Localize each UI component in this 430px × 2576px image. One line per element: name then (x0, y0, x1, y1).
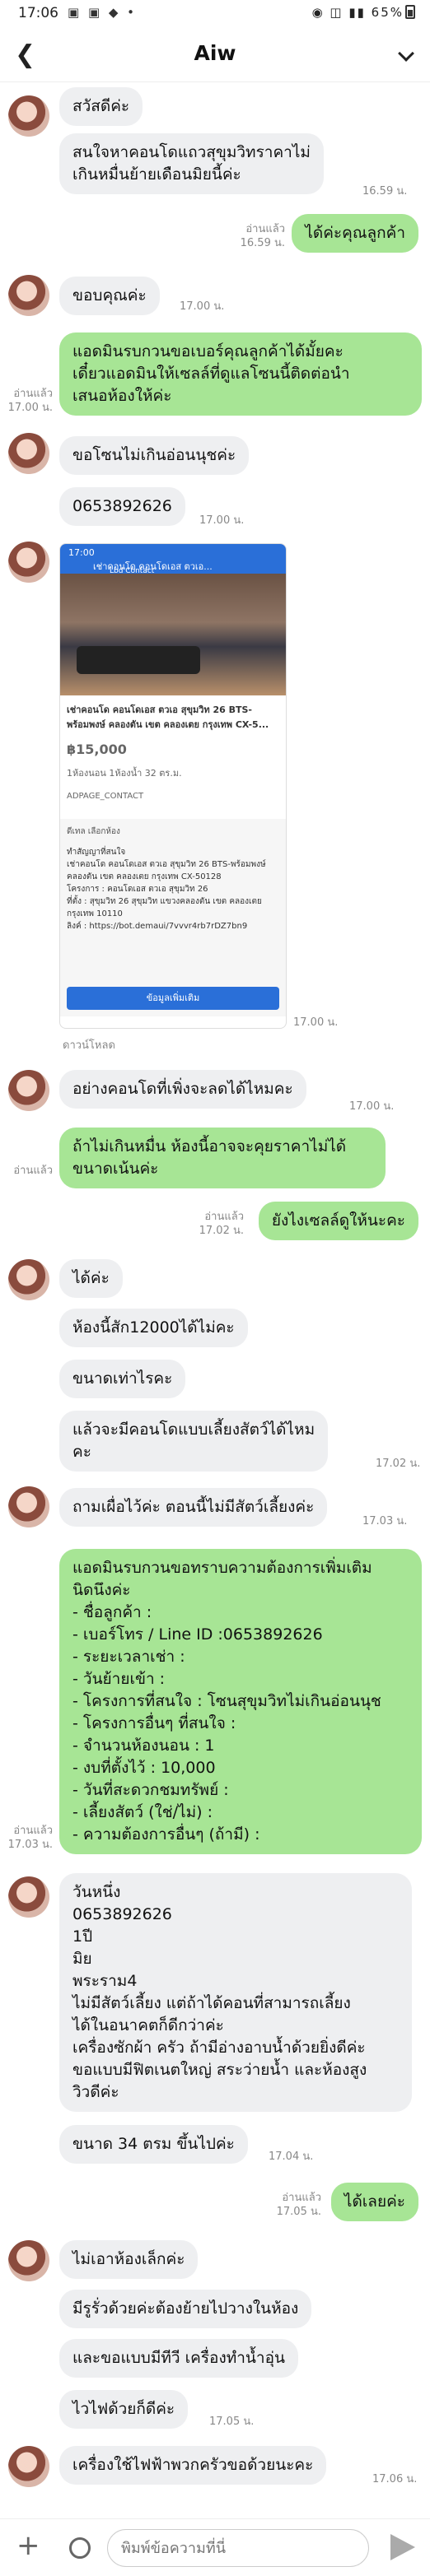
download-label[interactable]: ดาวน์โหลด (63, 1039, 115, 1053)
message-time: 17.02 น. (376, 1458, 421, 1470)
message-bubble[interactable]: ไม่เอาห้องเล็กค่ะ (59, 2240, 199, 2279)
listing-contact: ADPAGE_CONTACT (67, 792, 144, 801)
listing-message-body: ทำสัญญาที่สนใจ เช่าคอนโด คอนโดเอส ตวเอ ส… (67, 848, 266, 931)
avatar[interactable] (8, 2240, 49, 2281)
listing-message-head: ดีเทล เลือกห้อง (67, 827, 120, 836)
status-time: 17:06 (18, 5, 58, 21)
message-time: 16.59 น. (362, 185, 408, 198)
message-bubble[interactable]: แอดมินรบกวนขอทราบความต้องการเพิ่มเติม นิ… (59, 1549, 422, 1854)
message-bubble[interactable]: แอดมินรบกวนขอเบอร์คุณลูกค้าได้มั้ยคะ เดี… (59, 332, 422, 416)
avatar[interactable] (8, 95, 49, 137)
avatar[interactable] (8, 1070, 49, 1111)
listing-appbar-time: 17:00 (68, 547, 95, 558)
message-bubble[interactable]: ห้องนี้สัก12000ได้ไม่คะ (59, 1309, 248, 1347)
message-bubble[interactable]: ขอบคุณค่ะ (59, 277, 160, 315)
avatar[interactable] (8, 1876, 49, 1918)
message-bubble[interactable]: อย่างคอนโดที่เพิ่งจะลดได้ไหมคะ (59, 1070, 306, 1109)
send-icon[interactable] (390, 2534, 415, 2560)
message-bubble[interactable]: 0653892626 (59, 487, 185, 526)
sofa-shape (77, 646, 200, 674)
read-receipt: อ่านแล้ว 17.03 น. (7, 1825, 53, 1851)
message-bubble[interactable]: และขอแบบมีทีวี เครื่องทำน้ำอุ่น (59, 2339, 298, 2378)
listing-info: เช่าคอนโด คอนโดเอส ตวเอ สุขุมวิท 26 BTS-… (60, 695, 286, 819)
avatar[interactable] (8, 1486, 49, 1527)
message-input[interactable] (107, 2529, 369, 2567)
plus-icon[interactable]: + (16, 2529, 40, 2562)
avatar[interactable] (8, 2446, 49, 2487)
message-bubble[interactable]: ถามเผื่อไว้ค่ะ ตอนนี้ไม่มีสัตว์เลี้ยงค่ะ (59, 1488, 328, 1527)
message-time: 17.03 น. (362, 1515, 408, 1527)
notification-icons: ▣ ▣ ◆ • (68, 5, 138, 20)
status-right: ◉ ◫ ▮▮ 65% (312, 5, 415, 20)
read-receipt: อ่านแล้ว (13, 1165, 53, 1177)
status-indicators: ◉ ◫ ▮▮ 65% (311, 5, 404, 20)
message-bubble[interactable]: ได้ค่ะคุณลูกค้า (292, 214, 418, 253)
listing-message: ดีเทล เลือกห้อง ทำสัญญาที่สนใจ เช่าคอนโด… (60, 819, 286, 1016)
avatar[interactable] (8, 433, 49, 474)
listing-appbar: 17:00 เช่าคอนโด คอนโดเอส ตวเอ... Lbd Con… (60, 544, 286, 575)
message-time: 17.05 น. (209, 2416, 255, 2428)
message-bubble[interactable]: สวัสดีค่ะ (59, 87, 143, 126)
listing-specs: 1ห้องนอน 1ห้องน้ำ 32 ตร.ม. (67, 768, 182, 779)
listing-price: ฿15,000 (67, 742, 127, 757)
message-time: 17.00 น. (199, 514, 245, 527)
avatar[interactable] (8, 542, 49, 583)
chat-header: ❮ Aiw (0, 28, 430, 82)
message-bubble[interactable]: สนใจหาคอนโดแถวสุขุมวิทราคาไม่ เกินหมื่นย… (59, 133, 324, 194)
message-bubble[interactable]: ขนาด 34 ตรม ขึ้นไปค่ะ (59, 2125, 248, 2164)
message-bubble[interactable]: ได้ค่ะ (59, 1259, 123, 1298)
message-bubble[interactable]: ขนาดเท่าไรคะ (59, 1360, 186, 1398)
listing-image-card[interactable]: 17:00 เช่าคอนโด คอนโดเอส ตวเอ... Lbd Con… (59, 543, 287, 1029)
avatar[interactable] (8, 275, 49, 316)
message-time: 17.00 น. (293, 1016, 339, 1029)
listing-more-button[interactable]: ข้อมูลเพิ่มเติม (67, 987, 279, 1010)
message-bubble[interactable]: เครื่องใช้ไฟฟ้าพวกครัวขอด้วยนะคะ (59, 2446, 327, 2485)
message-bubble[interactable]: วันหนึ่ง 0653892626 1ปี มิย พระราม4 ไม่ม… (59, 1873, 412, 2112)
listing-title: เช่าคอนโด คอนโดเอส ตวเอ สุขุมวิท 26 BTS-… (67, 704, 269, 730)
message-bubble[interactable]: ยังไงเซลล์ดูให้นะคะ (258, 1202, 418, 1240)
message-bubble[interactable]: ขอโซนไม่เกินอ่อนนุชค่ะ (59, 436, 250, 475)
message-bubble[interactable]: ไวไฟด้วยก็ดีค่ะ (59, 2390, 189, 2429)
battery-icon (405, 5, 415, 19)
message-bubble[interactable]: มีรูรั่วด้วยค่ะต้องย้ายไปวางในห้อง (59, 2290, 312, 2328)
read-receipt: อ่านแล้ว 17.02 น. (199, 1211, 244, 1237)
read-receipt: อ่านแล้ว 16.59 น. (240, 223, 285, 249)
message-bubble[interactable]: แล้วจะมีคอนโดแบบเลี้ยงสัตว์ได้ไหม คะ (59, 1411, 329, 1472)
read-receipt: อ่านแล้ว 17.05 น. (276, 2192, 321, 2218)
message-time: 17.04 น. (269, 2151, 314, 2163)
read-receipt: อ่านแล้ว 17.00 น. (7, 388, 53, 414)
message-time: 17.00 น. (180, 300, 225, 313)
status-bar: 17:06 ▣ ▣ ◆ • ◉ ◫ ▮▮ 65% (0, 0, 430, 28)
message-time: 17.00 น. (349, 1100, 395, 1113)
room-photo (60, 574, 286, 695)
message-bubble[interactable]: ถ้าไม่เกินหมื่น ห้องนี้อาจจะคุยราคาไม่ได… (59, 1128, 386, 1188)
avatar[interactable] (8, 1259, 49, 1300)
message-bubble[interactable]: ได้เลยค่ะ (330, 2183, 418, 2221)
emoji-icon[interactable] (69, 2537, 91, 2559)
message-time: 17.06 น. (372, 2473, 418, 2485)
chat-title: Aiw (194, 41, 236, 65)
message-input-bar: + (0, 2518, 430, 2576)
